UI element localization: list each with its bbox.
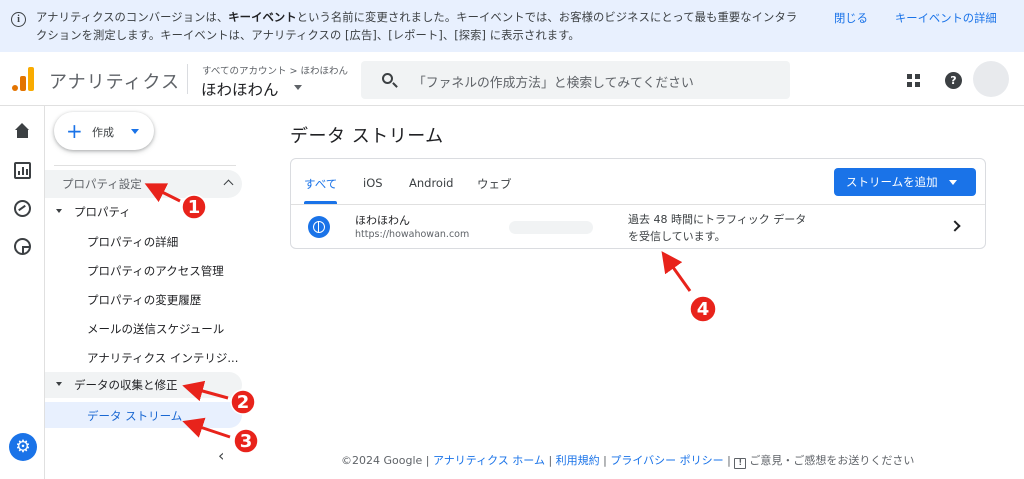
redacted-stream-id bbox=[509, 221, 593, 234]
admin-gear-icon[interactable]: ⚙ bbox=[9, 433, 37, 461]
left-nav-rail: ⚙ bbox=[0, 106, 45, 479]
info-icon: i bbox=[11, 12, 26, 27]
property-selector[interactable]: ほわほわん bbox=[201, 78, 279, 100]
expand-triangle-icon bbox=[56, 209, 62, 213]
nav-group-label: プロパティ bbox=[74, 205, 131, 219]
nav-divider bbox=[54, 165, 236, 166]
add-stream-label: ストリームを追加 bbox=[846, 175, 938, 189]
nav-item-property-details[interactable]: プロパティの詳細 bbox=[45, 228, 242, 254]
nav-group-data-collection[interactable]: データの収集と修正 bbox=[45, 372, 242, 398]
plus-icon: + bbox=[66, 119, 83, 143]
annotation-arrow-4 bbox=[661, 251, 692, 292]
tab-ios[interactable]: iOS bbox=[363, 176, 383, 190]
annotation-badge-4 bbox=[689, 295, 717, 323]
tab-android[interactable]: Android bbox=[409, 176, 453, 190]
expand-triangle-icon bbox=[56, 382, 62, 386]
chevron-right-icon[interactable] bbox=[949, 220, 961, 232]
feedback-link[interactable]: ご意見・ご感想をお送りください bbox=[749, 454, 914, 467]
search-input[interactable]: 「ファネルの作成方法」と検索してみてください bbox=[361, 61, 790, 99]
nav-item-property-access[interactable]: プロパティのアクセス管理 bbox=[45, 257, 242, 283]
chevron-down-icon bbox=[949, 180, 957, 185]
annotation-number-3: 3 bbox=[240, 431, 253, 452]
account-breadcrumb[interactable]: すべてのアカウント > ほわほわん bbox=[202, 63, 348, 77]
annotation-number-4: 4 bbox=[697, 299, 710, 320]
advertising-icon[interactable] bbox=[14, 238, 31, 255]
tab-all[interactable]: すべて bbox=[304, 176, 337, 192]
app-name: アナリティクス bbox=[49, 72, 181, 93]
stream-tabs: すべて iOS Android ウェブ ストリームを追加 bbox=[291, 159, 985, 205]
reports-icon[interactable] bbox=[14, 162, 31, 179]
footer: ©2024 Google | アナリティクス ホーム | 利用規約 | プライバ… bbox=[341, 454, 915, 469]
feedback-icon[interactable]: ! bbox=[734, 458, 747, 469]
nav-item-email-schedule[interactable]: メールの送信スケジュール bbox=[45, 315, 242, 341]
active-tab-indicator bbox=[304, 201, 337, 204]
footer-link-terms[interactable]: 利用規約 bbox=[556, 454, 600, 467]
create-label: 作成 bbox=[92, 126, 114, 139]
banner-close-link[interactable]: 閉じる bbox=[834, 10, 868, 26]
create-button[interactable]: + 作成 bbox=[54, 112, 154, 150]
tab-web[interactable]: ウェブ bbox=[477, 176, 512, 192]
nav-item-label: プロパティのアクセス管理 bbox=[87, 264, 224, 278]
announcement-banner: i アナリティクスのコンバージョンは、キーイベントという名前に変更されました。キ… bbox=[0, 0, 1024, 52]
top-header: アナリティクス すべてのアカウント > ほわほわん ほわほわん 「ファネルの作成… bbox=[0, 52, 1024, 106]
nav-item-label: データ ストリーム bbox=[87, 409, 183, 423]
nav-group-label: データの収集と修正 bbox=[74, 378, 178, 392]
annotation-badge-3 bbox=[233, 428, 259, 454]
add-stream-button[interactable]: ストリームを追加 bbox=[834, 168, 976, 196]
explore-icon[interactable] bbox=[14, 200, 31, 217]
avatar[interactable] bbox=[973, 61, 1009, 97]
nav-item-change-history[interactable]: プロパティの変更履歴 bbox=[45, 286, 242, 312]
collapse-nav-icon[interactable]: ‹ bbox=[218, 448, 224, 464]
banner-message: アナリティクスのコンバージョンは、キーイベントという名前に変更されました。キーイ… bbox=[36, 11, 798, 42]
nav-item-label: プロパティの変更履歴 bbox=[87, 293, 202, 307]
footer-link-privacy[interactable]: プライバシー ポリシー bbox=[610, 454, 723, 467]
nav-section-property-settings[interactable]: プロパティ設定 bbox=[45, 170, 242, 198]
home-icon[interactable] bbox=[14, 123, 31, 140]
globe-icon bbox=[308, 216, 330, 238]
chevron-down-icon bbox=[131, 129, 139, 134]
nav-item-data-streams[interactable]: データ ストリーム bbox=[45, 402, 242, 428]
page-title: データ ストリーム bbox=[290, 126, 444, 147]
stream-status: 過去 48 時間にトラフィック データを受信しています。 bbox=[628, 213, 807, 243]
apps-grid-icon[interactable] bbox=[907, 74, 920, 87]
search-icon bbox=[382, 73, 393, 84]
nav-item-label: プロパティの詳細 bbox=[87, 235, 179, 249]
nav-item-label: アナリティクス インテリジ... bbox=[87, 351, 239, 365]
copyright: ©2024 Google bbox=[341, 454, 423, 467]
stream-name: ほわほわん bbox=[355, 214, 410, 227]
nav-section-label: プロパティ設定 bbox=[62, 177, 142, 191]
stream-row[interactable]: ほわほわん https://howahowan.com 過去 48 時間にトラフ… bbox=[291, 205, 985, 249]
chevron-up-icon bbox=[223, 179, 234, 190]
chevron-down-icon[interactable] bbox=[294, 85, 302, 90]
analytics-logo-icon[interactable] bbox=[12, 67, 34, 91]
nav-item-label: メールの送信スケジュール bbox=[87, 322, 225, 336]
nav-item-intelligence[interactable]: アナリティクス インテリジ... bbox=[45, 344, 242, 370]
header-divider bbox=[187, 64, 188, 94]
data-streams-card: すべて iOS Android ウェブ ストリームを追加 ほわほわん https… bbox=[290, 158, 986, 249]
footer-link-analytics-home[interactable]: アナリティクス ホーム bbox=[433, 454, 545, 467]
search-placeholder: 「ファネルの作成方法」と検索してみてください bbox=[413, 76, 694, 91]
nav-group-property[interactable]: プロパティ bbox=[45, 199, 242, 225]
help-icon[interactable]: ? bbox=[945, 72, 962, 89]
stream-url: https://howahowan.com bbox=[355, 229, 470, 240]
banner-details-link[interactable]: キーイベントの詳細 bbox=[895, 10, 997, 26]
